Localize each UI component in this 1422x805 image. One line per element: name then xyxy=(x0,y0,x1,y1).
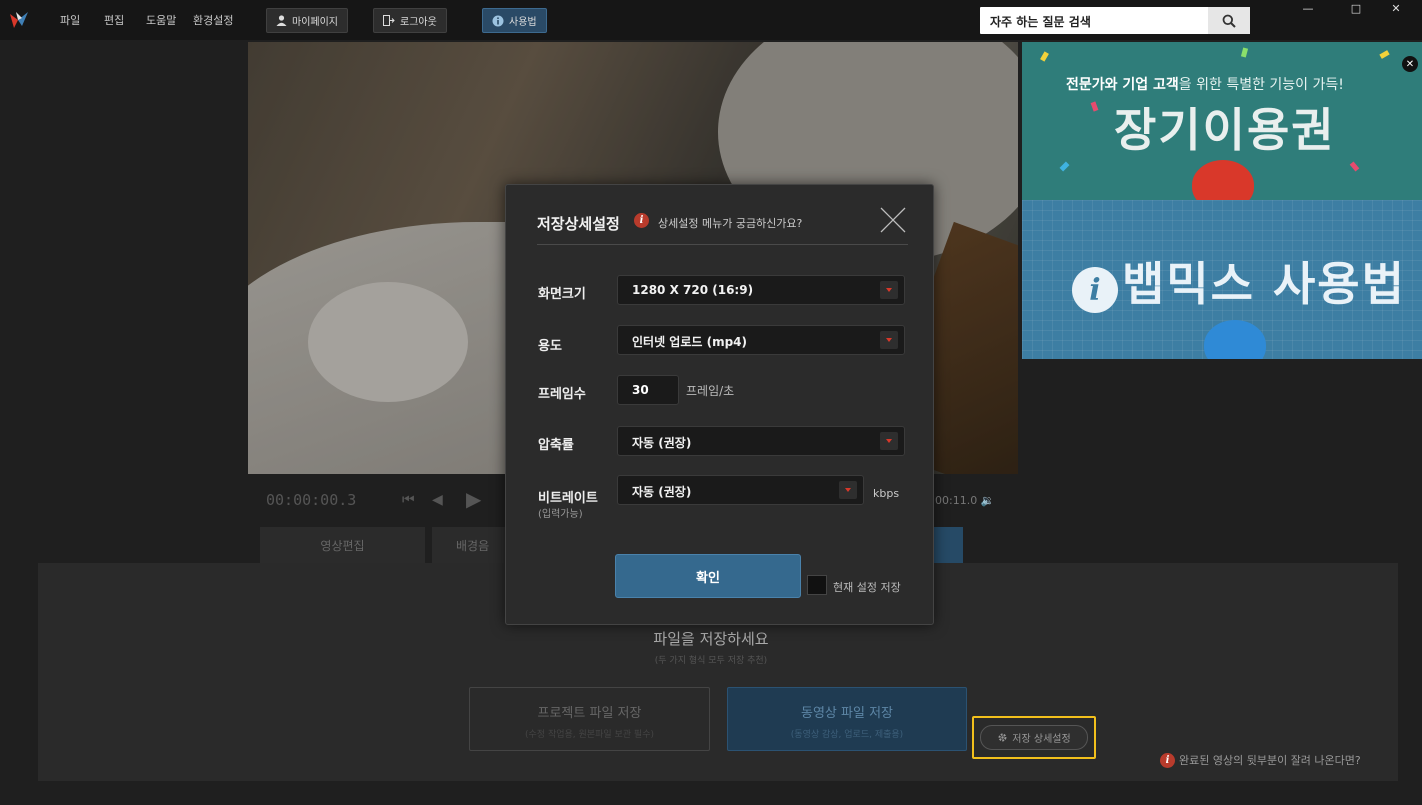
bitrate-value: 자동 (권장) xyxy=(632,485,692,499)
search-input[interactable]: 자주 하는 질문 검색 xyxy=(990,13,1091,30)
confirm-button[interactable]: 확인 xyxy=(615,554,801,598)
help-link-label: 완료된 영상의 뒷부분이 잘려 나온다면? xyxy=(1179,754,1361,767)
info-icon: i xyxy=(1072,267,1118,313)
current-timecode: 00:00:00.3 xyxy=(266,491,357,509)
purpose-select[interactable]: 인터넷 업로드 (mp4) xyxy=(617,325,905,355)
compression-label: 압축률 xyxy=(538,438,574,453)
close-icon[interactable] xyxy=(878,205,908,235)
mypage-label: 마이페이지 xyxy=(292,17,338,28)
tab-label: 영상편집 xyxy=(320,538,365,553)
dialog-help-link[interactable]: 상세설정 메뉴가 궁금하신가요? xyxy=(658,215,802,231)
ad-banner[interactable]: 전문가와 기업 고객을 위한 특별한 기능이 가득! 장기이용권 i 뱁믹스 사… xyxy=(1022,42,1422,359)
advanced-save-button[interactable]: 저장 상세설정 xyxy=(980,725,1088,750)
confetti xyxy=(1240,47,1249,58)
minimize-icon: — xyxy=(1302,1,1314,15)
video-save-button[interactable]: 동영상 파일 저장 (동영상 감상, 업로드, 제출용) xyxy=(727,687,967,751)
skip-start-icon[interactable]: ⏮ xyxy=(402,492,415,508)
info-icon xyxy=(492,15,504,26)
tab-video-edit[interactable]: 영상편집 xyxy=(260,527,425,563)
project-save-title: 프로젝트 파일 저장 xyxy=(537,706,642,721)
step-back-icon[interactable]: ◀ xyxy=(432,492,443,508)
save-settings-dialog: 저장상세설정 i 상세설정 메뉴가 궁금하신가요? 화면크기 1280 X 72… xyxy=(505,184,934,625)
fps-unit: 프레임/초 xyxy=(686,384,735,398)
blue-bird-icon xyxy=(1204,320,1266,359)
end-time-value: 00:11.0 xyxy=(935,494,978,507)
logout-label: 로그아웃 xyxy=(400,17,437,28)
tab-bgm[interactable]: 배경음 xyxy=(432,527,512,563)
resolution-value: 1280 X 720 (16:9) xyxy=(632,283,754,297)
bitrate-sublabel: (입력가능) xyxy=(538,509,583,520)
ad-title-long-term: 장기이용권 xyxy=(1114,103,1336,157)
play-icon[interactable]: ▶ xyxy=(466,487,481,511)
maximize-icon: □ xyxy=(1350,1,1362,15)
logout-icon xyxy=(383,15,395,26)
chevron-down-icon xyxy=(880,432,898,450)
ad-tagline-rest: 을 위한 특별한 기능이 가득! xyxy=(1178,77,1344,93)
volume-icon[interactable]: 🔉 xyxy=(981,494,995,507)
end-timecode: 00:11.0 🔉 xyxy=(935,494,994,507)
resolution-label: 화면크기 xyxy=(538,287,586,302)
confetti xyxy=(1059,161,1070,172)
chevron-down-icon xyxy=(880,281,898,299)
compression-select[interactable]: 자동 (권장) xyxy=(617,426,905,456)
video-save-subtitle: (동영상 감상, 업로드, 제출용) xyxy=(790,730,904,740)
search-icon xyxy=(1222,14,1236,28)
ad-tagline: 전문가와 기업 고객을 위한 특별한 기능이 가득! xyxy=(1066,74,1344,94)
ad-tagline-bold: 전문가와 기업 고객 xyxy=(1066,77,1179,93)
menu-help[interactable]: 도움말 xyxy=(146,12,176,28)
truncated-video-help-link[interactable]: i 완료된 영상의 뒷부분이 잘려 나온다면? xyxy=(1160,752,1361,768)
tab-save[interactable] xyxy=(930,527,963,563)
project-save-button[interactable]: 프로젝트 파일 저장 (수정 작업용, 원본파일 보관 필수) xyxy=(469,687,710,751)
menu-settings[interactable]: 환경설정 xyxy=(193,12,233,28)
top-bar: 파일 편집 도움말 환경설정 마이페이지 로그아웃 사용법 자주 하는 질문 검… xyxy=(0,0,1422,40)
logout-button[interactable]: 로그아웃 xyxy=(373,8,447,33)
close-window-button[interactable]: ✕ xyxy=(1380,0,1412,16)
advanced-save-label: 저장 상세설정 xyxy=(1012,734,1071,745)
ad-close-button[interactable]: ✕ xyxy=(1402,56,1418,72)
save-settings-checkbox[interactable] xyxy=(807,575,827,595)
save-settings-label[interactable]: 현재 설정 저장 xyxy=(833,579,901,595)
user-icon xyxy=(276,15,287,26)
confetti xyxy=(1349,161,1360,172)
maximize-button[interactable]: □ xyxy=(1340,0,1372,16)
close-icon: ✕ xyxy=(1391,1,1401,15)
fps-label: 프레임수 xyxy=(538,387,586,402)
close-icon: ✕ xyxy=(1405,58,1415,70)
resolution-select[interactable]: 1280 X 720 (16:9) xyxy=(617,275,905,305)
faq-search[interactable]: 자주 하는 질문 검색 xyxy=(980,7,1250,34)
confetti xyxy=(1379,50,1390,59)
info-icon: i xyxy=(1160,752,1175,768)
save-panel-subtitle: (두 가지 형식 모두 저장 추천) xyxy=(654,656,768,666)
menu-file[interactable]: 파일 xyxy=(60,12,80,28)
ad-title-usage: 뱁믹스 사용법 xyxy=(1122,257,1406,311)
project-save-subtitle: (수정 작업용, 원본파일 보관 필수) xyxy=(525,730,654,740)
compression-value: 자동 (권장) xyxy=(632,436,692,450)
chevron-down-icon xyxy=(880,331,898,349)
bitrate-label: 비트레이트 xyxy=(538,491,598,506)
bitrate-unit: kbps xyxy=(873,487,900,500)
app-logo-icon xyxy=(10,12,28,28)
dialog-divider xyxy=(537,244,908,245)
confetti xyxy=(1040,51,1049,62)
minimize-button[interactable]: — xyxy=(1292,0,1324,16)
tab-label: 배경음 xyxy=(456,538,490,553)
dialog-title: 저장상세설정 xyxy=(537,215,620,233)
info-icon[interactable]: i xyxy=(634,213,649,228)
ad-long-term-pass[interactable]: 전문가와 기업 고객을 위한 특별한 기능이 가득! 장기이용권 xyxy=(1022,42,1422,210)
bitrate-select[interactable]: 자동 (권장) xyxy=(617,475,864,505)
mypage-button[interactable]: 마이페이지 xyxy=(266,8,348,33)
purpose-label: 용도 xyxy=(538,339,562,354)
usage-label: 사용법 xyxy=(509,17,537,28)
gear-icon xyxy=(998,733,1007,742)
menu-edit[interactable]: 편집 xyxy=(104,12,124,28)
usage-button[interactable]: 사용법 xyxy=(482,8,547,33)
fps-input[interactable]: 30 xyxy=(617,375,679,405)
chevron-down-icon xyxy=(839,481,857,499)
video-save-title: 동영상 파일 저장 xyxy=(801,706,893,721)
search-button[interactable] xyxy=(1208,7,1250,34)
purpose-value: 인터넷 업로드 (mp4) xyxy=(632,335,748,349)
confetti xyxy=(1090,101,1099,112)
advanced-save-highlight: 저장 상세설정 xyxy=(972,716,1096,759)
save-panel-title: 파일을 저장하세요 xyxy=(653,630,769,648)
